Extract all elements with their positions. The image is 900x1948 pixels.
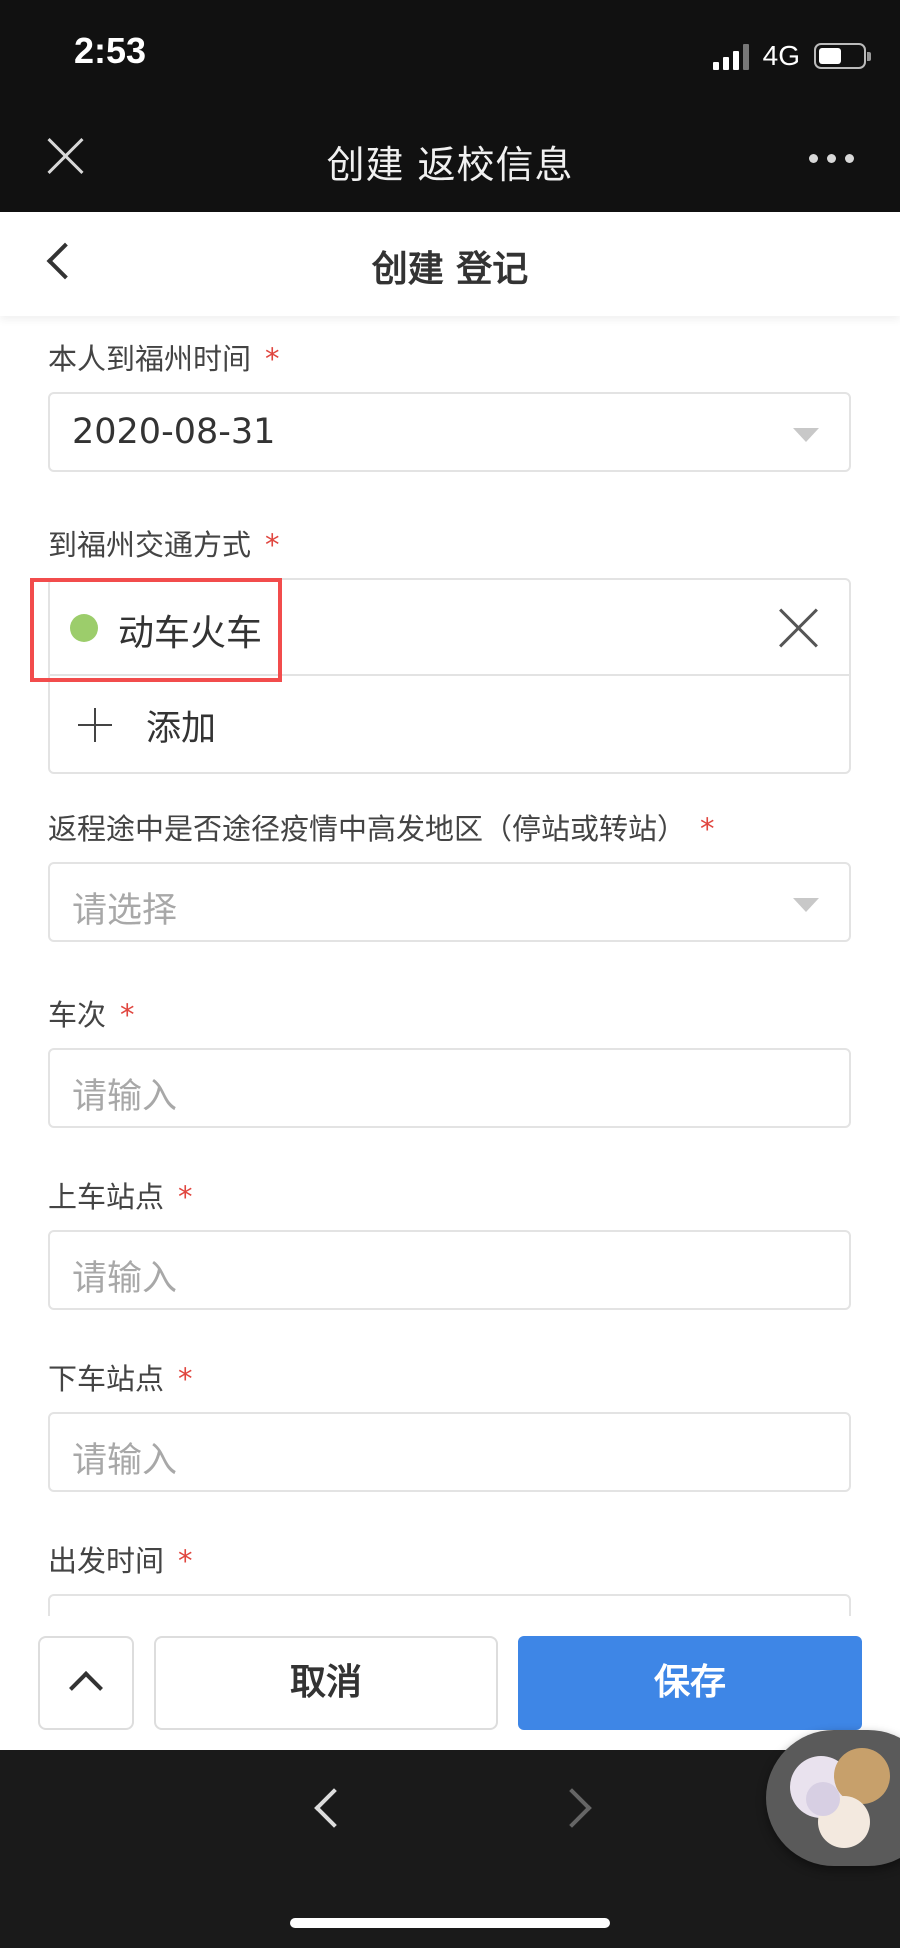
bottom-action-bar: 取消 保存 [0,1616,900,1750]
alight-station-input[interactable]: 请输入 [48,1412,851,1492]
arrival-time-label: 本人到福州时间 * [48,342,280,376]
nav-forward-icon[interactable] [552,1788,592,1828]
arrival-time-value: 2020-08-31 [72,412,276,452]
chevron-down-icon [793,898,819,912]
train-no-input[interactable]: 请输入 [48,1048,851,1128]
home-indicator [290,1918,610,1928]
chevron-up-icon [69,1671,103,1705]
registration-form: 本人到福州时间 * 2020-08-31 到福州交通方式 * 动车火车 添加 返程途… [0,316,900,1616]
status-time: 2:53 [74,30,147,71]
cancel-button[interactable]: 取消 [154,1636,498,1730]
depart-time-label: 出发时间 * [48,1544,193,1578]
board-station-placeholder: 请输入 [72,1259,178,1299]
train-no-label: 车次 * [48,998,135,1032]
battery-icon [814,43,871,69]
arrival-time-select[interactable]: 2020-08-31 [48,392,851,472]
browser-toolbar [0,1750,900,1948]
transport-label: 到福州交通方式 * [48,528,280,562]
widget-thumbnail [806,1782,840,1816]
board-station-label: 上车站点 * [48,1180,193,1214]
add-transport-button[interactable]: 添加 [50,676,849,772]
depart-time-select[interactable] [48,1594,851,1616]
risk-area-label: 返程途中是否途径疫情中高发地区（停站或转站） * [48,812,715,846]
transport-multiselect: 动车火车 添加 [30,578,851,774]
remove-icon[interactable] [779,608,819,648]
alight-station-placeholder: 请输入 [72,1441,178,1481]
network-type: 4G [762,40,800,71]
alight-station-label: 下车站点 * [48,1362,193,1396]
chevron-down-icon [793,428,819,442]
train-no-placeholder: 请输入 [72,1077,178,1117]
status-indicators: 4G [712,38,871,74]
plus-icon [78,708,112,742]
app-title: 创建 返校信息 [326,143,574,187]
app-header: 创建 返校信息 [0,110,900,212]
nav-back-icon[interactable] [314,1788,354,1828]
page-title: 创建 登记 [371,249,529,290]
risk-area-placeholder: 请选择 [72,891,178,931]
page-header: 创建 登记 [0,212,900,316]
scroll-up-button[interactable] [38,1636,134,1730]
risk-area-select[interactable]: 请选择 [48,862,851,942]
highlight-box [30,578,282,682]
save-button[interactable]: 保存 [518,1636,862,1730]
more-icon[interactable] [809,154,854,163]
board-station-input[interactable]: 请输入 [48,1230,851,1310]
status-bar: 2:53 4G [0,0,900,110]
floating-widget[interactable] [766,1730,900,1866]
add-label: 添加 [146,709,217,749]
signal-icon [712,42,749,70]
